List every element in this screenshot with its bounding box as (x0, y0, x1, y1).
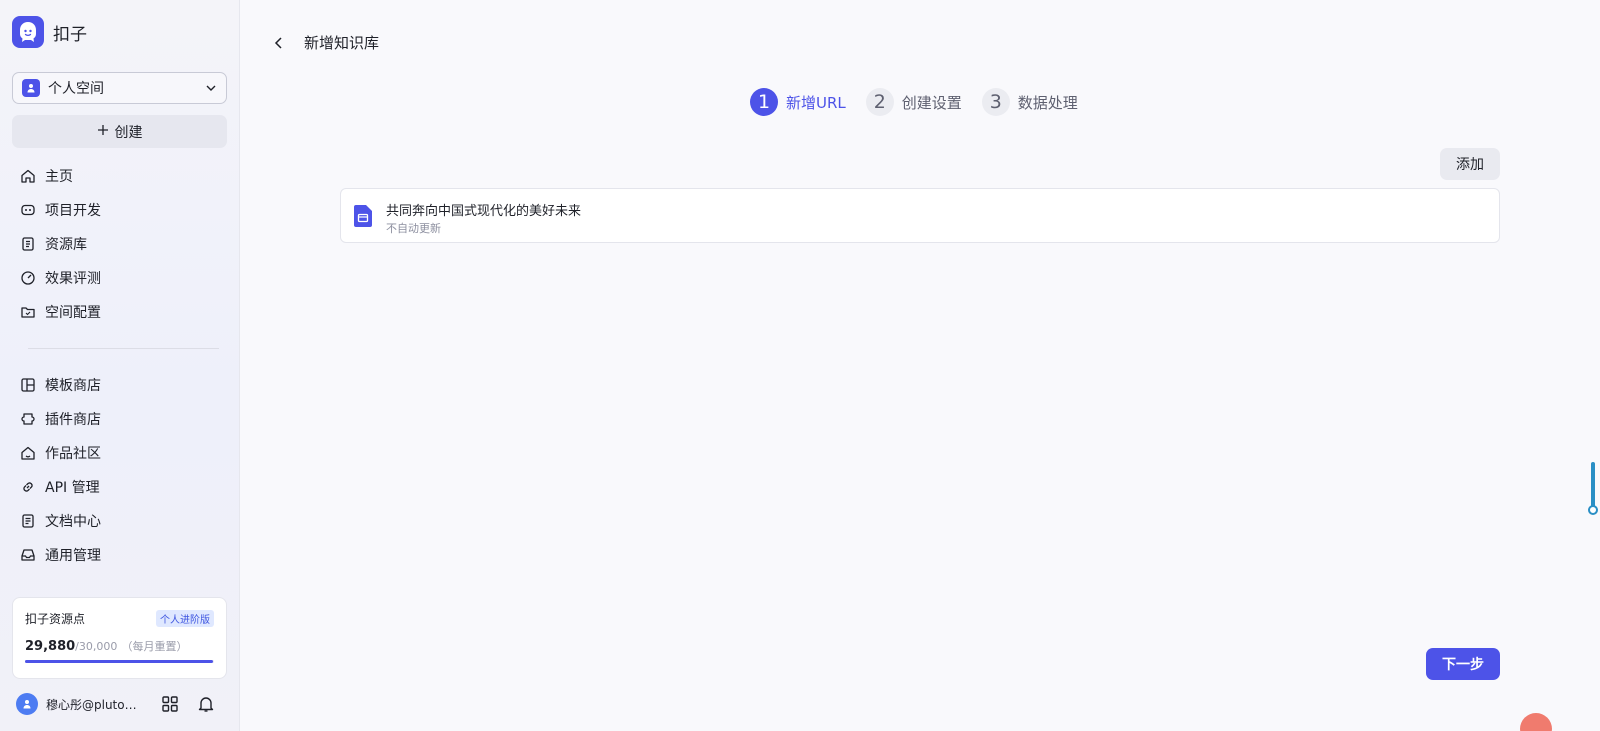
nav-item-label: 作品社区 (45, 446, 101, 462)
step-number: 3 (981, 88, 1010, 116)
nav-item-space-config[interactable]: 空间配置 (12, 295, 227, 329)
points-values: 29,880/30,000 （每月重置） (25, 638, 188, 654)
step-new-url: 1 新增URL (750, 88, 846, 116)
avatar[interactable] (16, 693, 38, 715)
robot-icon (21, 204, 35, 216)
nav-item-api-management[interactable]: API 管理 (12, 470, 227, 504)
space-select[interactable]: 个人空间 (12, 72, 227, 104)
nav-item-library[interactable]: 资源库 (12, 227, 227, 261)
app-name: 扣子 (53, 24, 87, 45)
nav-item-community[interactable]: 作品社区 (12, 436, 227, 470)
nav-item-home[interactable]: 主页 (12, 159, 227, 193)
user-name[interactable]: 穆心彤@pluto… (46, 696, 148, 713)
link-icon (23, 482, 33, 492)
step-create-settings: 2 创建设置 (865, 88, 962, 116)
resource-points-card[interactable]: 扣子资源点 个人进阶版 29,880/30,000 （每月重置） (12, 597, 227, 679)
step-data-processing: 3 数据处理 (981, 88, 1078, 116)
nav-item-projects[interactable]: 项目开发 (12, 193, 227, 227)
person-icon (22, 79, 40, 97)
coze-logo-icon (12, 16, 44, 48)
nav-item-label: API 管理 (45, 480, 100, 496)
nav-item-label: 效果评测 (45, 271, 101, 287)
nav-item-label: 空间配置 (45, 305, 101, 321)
sidebar-divider (28, 348, 219, 349)
plugin-icon (21, 413, 35, 425)
stepper: 1 新增URL 2 创建设置 3 数据处理 (750, 88, 1078, 116)
points-progress-fill (25, 660, 214, 663)
folder-settings-icon (21, 307, 35, 318)
nav-item-general-management[interactable]: 通用管理 (12, 538, 227, 572)
template-icon (21, 378, 35, 392)
document-icon (22, 514, 34, 528)
nav-item-label: 模板商店 (45, 378, 101, 394)
step-number: 2 (865, 88, 894, 116)
community-icon (21, 446, 35, 460)
gauge-icon (21, 271, 35, 285)
nav-item-label: 通用管理 (45, 548, 101, 564)
nav-item-label: 插件商店 (45, 412, 101, 428)
step-number: 1 (750, 88, 778, 116)
chevron-down-icon (205, 79, 217, 98)
assistant-mascot-icon[interactable] (1520, 713, 1552, 731)
bell-icon[interactable] (192, 692, 220, 716)
next-step-button[interactable]: 下一步 (1426, 648, 1500, 680)
create-button[interactable]: 创建 (12, 115, 227, 148)
nav-secondary: 模板商店 插件商店 作品社区 API 管理 文档中心 通用管理 (12, 368, 227, 572)
nav-item-label: 文档中心 (45, 514, 101, 530)
step-label: 创建设置 (901, 93, 962, 112)
web-page-icon (354, 205, 372, 227)
nav-item-plugin-store[interactable]: 插件商店 (12, 402, 227, 436)
back-arrow-icon[interactable] (270, 34, 288, 52)
nav-item-docs[interactable]: 文档中心 (12, 504, 227, 538)
points-reset-note: （每月重置） (121, 640, 188, 653)
plan-badge: 个人进阶版 (156, 610, 214, 627)
page-title: 新增知识库 (304, 34, 380, 52)
home-icon (21, 169, 35, 183)
inbox-icon (21, 549, 35, 561)
apps-grid-icon[interactable] (156, 692, 184, 716)
library-icon (22, 237, 34, 251)
sidebar: 扣子 个人空间 创建 主页 项目开发 资源库 效果评测 空间配置 模板商店 插件… (0, 0, 240, 731)
step-label: 数据处理 (1017, 93, 1078, 112)
nav-item-label: 主页 (45, 169, 73, 185)
create-button-label: 创建 (114, 124, 143, 141)
url-item-title: 共同奔向中国式现代化的美好未来 (386, 204, 582, 219)
space-select-label: 个人空间 (48, 81, 104, 97)
add-button[interactable]: 添加 (1440, 148, 1500, 180)
brand[interactable]: 扣子 (12, 16, 87, 48)
side-handle-knob[interactable] (1588, 505, 1598, 515)
nav-primary: 主页 项目开发 资源库 效果评测 空间配置 (12, 159, 227, 329)
url-item-update-status: 不自动更新 (386, 222, 441, 235)
nav-item-evaluation[interactable]: 效果评测 (12, 261, 227, 295)
plus-icon (97, 124, 109, 140)
points-total: /30,000 (75, 640, 118, 653)
page-header: 新增知识库 (270, 32, 379, 53)
points-progress-bar (25, 660, 214, 663)
user-row: 穆心彤@pluto… (16, 692, 226, 716)
nav-item-label: 资源库 (45, 237, 87, 253)
url-item-card[interactable]: 共同奔向中国式现代化的美好未来 不自动更新 (340, 188, 1500, 243)
nav-item-template-store[interactable]: 模板商店 (12, 368, 227, 402)
points-value: 29,880 (25, 639, 76, 654)
nav-item-label: 项目开发 (45, 203, 101, 219)
step-label: 新增URL (786, 93, 846, 112)
